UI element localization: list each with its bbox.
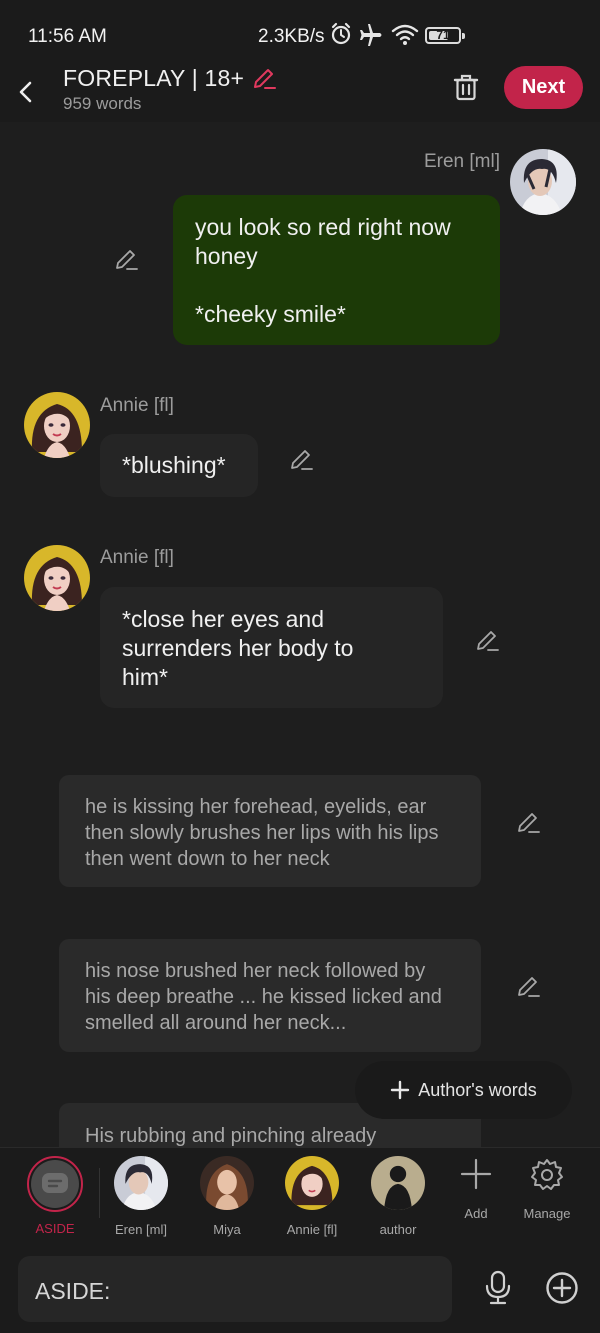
avatar-eren[interactable] xyxy=(510,149,576,215)
trash-icon xyxy=(453,74,479,101)
message-bubble-left[interactable]: *blushing* xyxy=(100,434,258,497)
voice-input-button[interactable] xyxy=(480,1268,516,1308)
avatar-annie[interactable] xyxy=(24,392,90,458)
edit-message-button[interactable] xyxy=(472,625,502,655)
character-annie[interactable]: Annie [fl] xyxy=(272,1156,352,1237)
back-button[interactable] xyxy=(10,72,42,112)
avatar-annie[interactable] xyxy=(24,545,90,611)
story-editor-screen: 11:56 AM 2.3KB/s 71 FOREPLAY | 18+ 959 w… xyxy=(0,0,600,1333)
avatar-image xyxy=(510,149,576,215)
character-miya[interactable]: Miya xyxy=(187,1156,267,1237)
pencil-icon xyxy=(291,450,313,470)
pencil-icon xyxy=(518,813,540,833)
word-count: 959 words xyxy=(63,94,142,113)
gear-icon xyxy=(531,1159,563,1190)
pencil-icon xyxy=(518,977,540,997)
character-label: Miya xyxy=(213,1222,241,1237)
add-label: Add xyxy=(464,1206,488,1221)
speaker-prefix: ASIDE: xyxy=(35,1278,111,1304)
pencil-icon xyxy=(254,69,277,89)
plus-circle-icon xyxy=(546,1272,578,1304)
character-label: ASIDE xyxy=(35,1221,75,1236)
authors-words-label: Author's words xyxy=(418,1079,537,1100)
narration-block[interactable]: his nose brushed her neck followed by hi… xyxy=(59,939,481,1052)
character-aside[interactable]: ASIDE xyxy=(15,1156,95,1236)
plus-icon xyxy=(391,1080,410,1100)
more-options-button[interactable] xyxy=(545,1271,579,1305)
message-sender: Annie [fl] xyxy=(100,547,174,568)
delete-button[interactable] xyxy=(448,68,484,106)
message-bubble-right[interactable]: you look so red right now honey *cheeky … xyxy=(173,195,500,345)
message-sender: Annie [fl] xyxy=(100,395,174,416)
status-time: 11:56 AM xyxy=(28,26,107,47)
character-author[interactable]: author xyxy=(358,1156,438,1237)
chevron-left-icon xyxy=(19,81,32,103)
divider xyxy=(99,1168,100,1218)
avatar-image xyxy=(24,392,90,458)
add-character-button[interactable]: Add xyxy=(436,1158,516,1221)
avatar-image xyxy=(114,1156,168,1210)
chat-area[interactable]: Eren [ml] you look so red right now hone… xyxy=(0,122,600,1147)
edit-title-button[interactable] xyxy=(250,64,278,92)
title-row: FOREPLAY | 18+ xyxy=(63,64,278,92)
manage-label: Manage xyxy=(523,1206,571,1221)
avatar-author xyxy=(371,1156,425,1210)
network-speed: 2.3KB/s xyxy=(258,26,325,47)
avatar-eren xyxy=(114,1156,168,1210)
status-bar: 11:56 AM 2.3KB/s 71 xyxy=(0,0,600,66)
composer-bar: ASIDE: xyxy=(0,1244,600,1333)
character-eren[interactable]: Eren [ml] xyxy=(101,1156,181,1237)
top-app-bar: FOREPLAY | 18+ 959 words Next xyxy=(0,64,600,122)
speech-bubble-icon xyxy=(42,1173,68,1193)
avatar-miya xyxy=(200,1156,254,1210)
next-button[interactable]: Next xyxy=(504,66,583,109)
manage-button[interactable]: Manage xyxy=(507,1158,587,1221)
message-input[interactable] xyxy=(118,1268,438,1312)
character-selector-bar: ASIDE Eren [ml] Miya Annie [fl] author A… xyxy=(0,1147,600,1244)
story-title: FOREPLAY | 18+ xyxy=(63,64,245,91)
character-label: author xyxy=(379,1222,417,1237)
avatar-image xyxy=(200,1156,254,1210)
alarm-icon xyxy=(331,22,351,45)
authors-words-button[interactable]: Author's words xyxy=(355,1061,572,1119)
pencil-icon xyxy=(116,250,138,270)
edit-narration-button[interactable] xyxy=(513,807,543,837)
battery-level: 71 xyxy=(436,28,450,42)
edit-narration-button[interactable] xyxy=(513,971,543,1001)
microphone-icon xyxy=(485,1270,511,1305)
aside-avatar xyxy=(27,1156,83,1212)
pencil-icon xyxy=(477,631,499,651)
character-label: Eren [ml] xyxy=(114,1222,167,1237)
avatar-image xyxy=(371,1156,425,1210)
message-bubble-left[interactable]: *close her eyes and surrenders her body … xyxy=(100,587,443,708)
character-label: Annie [fl] xyxy=(286,1222,338,1237)
edit-message-button[interactable] xyxy=(286,444,316,474)
avatar-annie xyxy=(285,1156,339,1210)
avatar-image xyxy=(24,545,90,611)
edit-message-button[interactable] xyxy=(111,244,141,274)
wifi-icon xyxy=(391,24,419,45)
narration-block[interactable]: he is kissing her forehead, eyelids, ear… xyxy=(59,775,481,887)
avatar-image xyxy=(285,1156,339,1210)
plus-icon xyxy=(460,1158,492,1190)
composer-field[interactable]: ASIDE: xyxy=(18,1256,452,1322)
message-sender: Eren [ml] xyxy=(423,151,500,172)
airplane-icon xyxy=(360,24,382,46)
battery-icon: 71 xyxy=(425,27,465,44)
